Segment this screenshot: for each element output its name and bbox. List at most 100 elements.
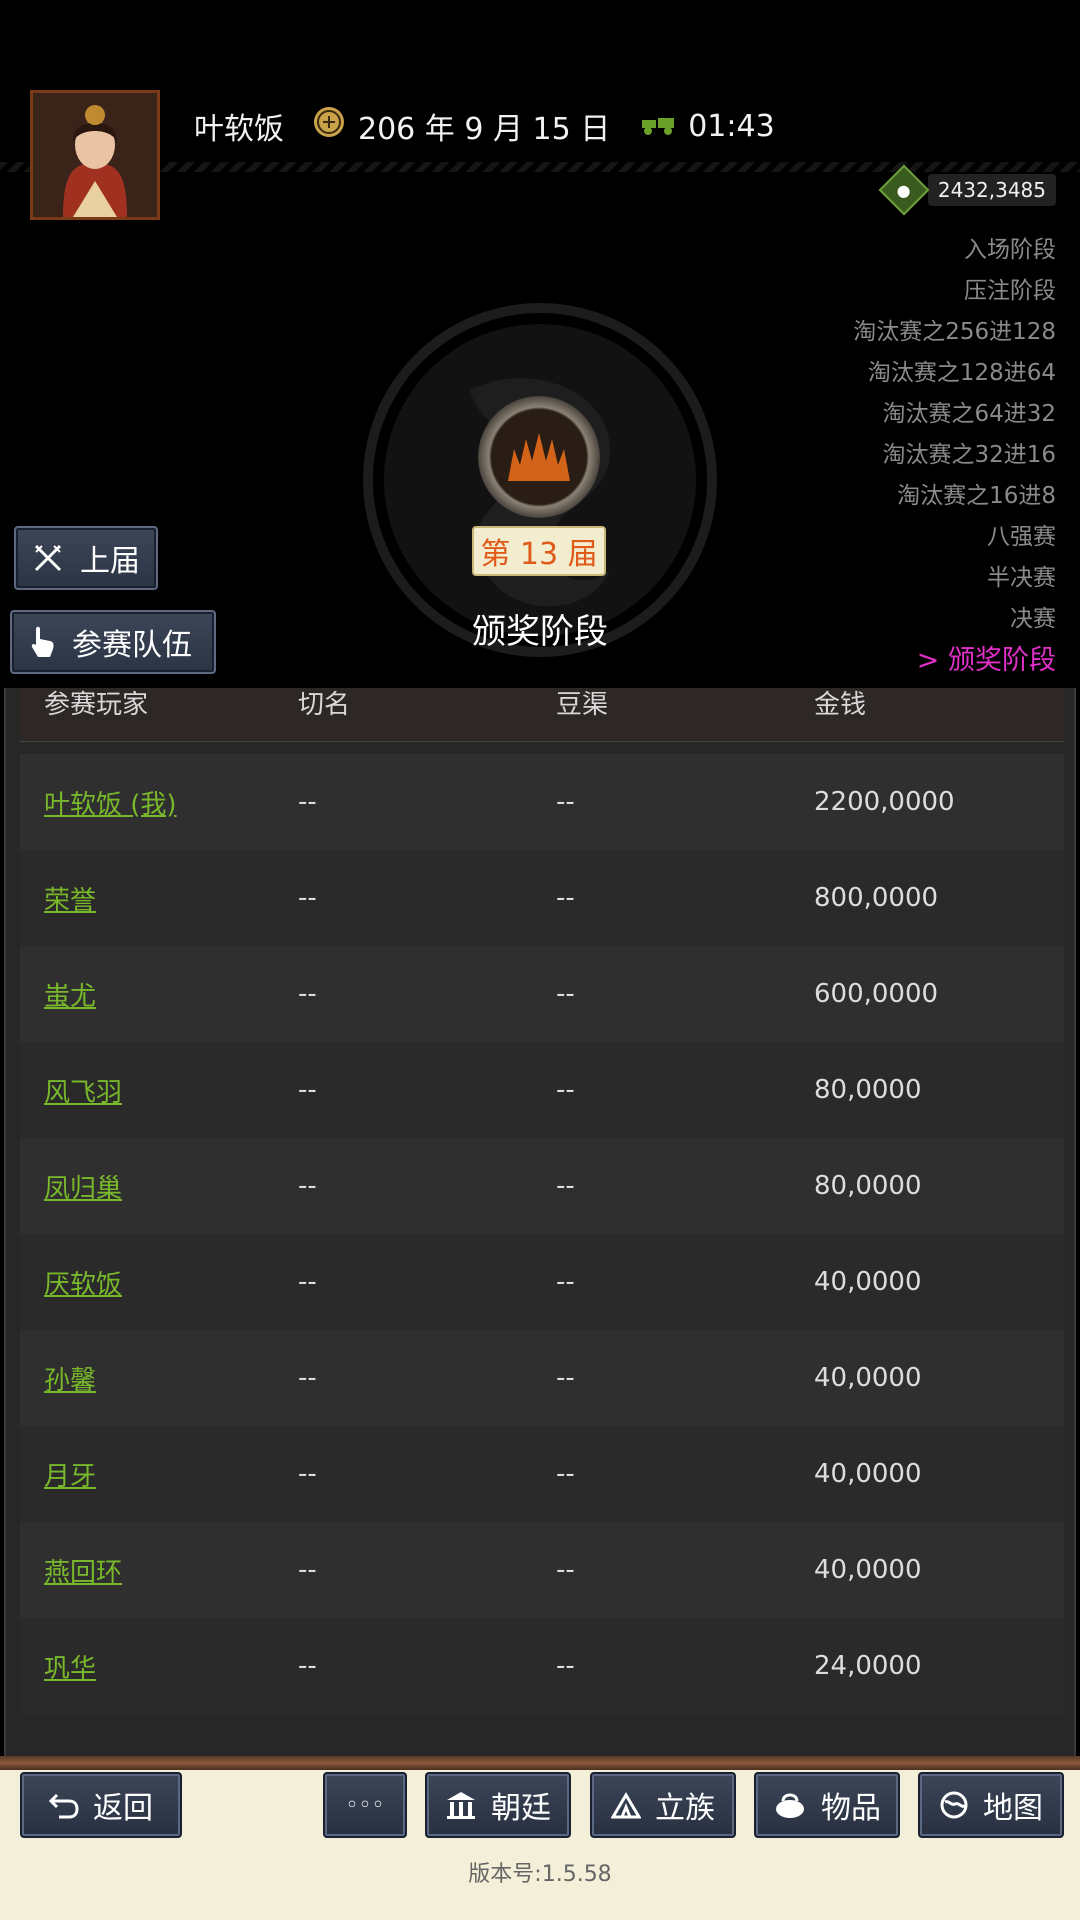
player-link[interactable]: 凤归巢 bbox=[20, 1168, 278, 1205]
table-row: 巩华 -- -- 24,0000 bbox=[20, 1618, 1064, 1714]
game-time: 01:43 bbox=[688, 108, 775, 144]
table-row: 燕回环 -- -- 40,0000 bbox=[20, 1522, 1064, 1618]
player-link[interactable]: 巩华 bbox=[20, 1648, 278, 1685]
player-link[interactable]: 荣誉 bbox=[20, 880, 278, 917]
row-cell: -- bbox=[556, 1459, 575, 1489]
row-cell: -- bbox=[298, 1267, 317, 1297]
stage-item: 淘汰赛之16进8 bbox=[897, 483, 1056, 509]
table-row: 孙馨 -- -- 40,0000 bbox=[20, 1330, 1064, 1426]
table-row: 荣誉 -- -- 800,0000 bbox=[20, 850, 1064, 946]
row-cell: -- bbox=[298, 1555, 317, 1585]
player-link[interactable]: 叶软饭 (我) bbox=[20, 784, 278, 821]
row-cell: -- bbox=[556, 787, 575, 817]
stage-item: 淘汰赛之32进16 bbox=[882, 442, 1056, 468]
header-col3: 豆渠 bbox=[556, 690, 609, 720]
status-bar: 叶软饭 206 年 9 月 15 日 01:43 bbox=[194, 104, 775, 148]
row-money: 800,0000 bbox=[814, 883, 939, 913]
row-money: 40,0000 bbox=[814, 1267, 922, 1297]
stage-item-current: > 颁奖阶段 bbox=[916, 645, 1056, 676]
teams-label: 参赛队伍 bbox=[72, 628, 192, 663]
player-link[interactable]: 孙馨 bbox=[20, 1360, 278, 1397]
results-table: 叶软饭 (我) -- -- 2200,0000 荣誉 -- -- 800,000… bbox=[20, 754, 1064, 1714]
season-badge: 第 13 届 bbox=[472, 526, 606, 576]
player-link[interactable]: 风飞羽 bbox=[20, 1072, 278, 1109]
court-button[interactable]: 朝廷 bbox=[425, 1772, 571, 1838]
calendar-icon bbox=[312, 105, 346, 147]
money-display: ● 2432,3485 bbox=[878, 164, 1056, 216]
row-cell: -- bbox=[556, 979, 575, 1009]
map-button[interactable]: 地图 bbox=[918, 1772, 1064, 1838]
row-money: 80,0000 bbox=[814, 1171, 922, 1201]
table-row: 叶软饭 (我) -- -- 2200,0000 bbox=[20, 754, 1064, 850]
teams-button[interactable]: 参赛队伍 bbox=[10, 610, 216, 674]
back-button[interactable]: 返回 bbox=[20, 1772, 182, 1838]
previous-season-button[interactable]: 上届 bbox=[14, 526, 158, 590]
row-cell: -- bbox=[298, 1363, 317, 1393]
stage-list: 入场阶段 压注阶段 淘汰赛之256进128 淘汰赛之128进64 淘汰赛之64进… bbox=[853, 230, 1056, 681]
game-date: 206 年 9 月 15 日 bbox=[358, 112, 611, 147]
horse-carriage-icon bbox=[640, 109, 676, 144]
player-link[interactable]: 月牙 bbox=[20, 1456, 278, 1493]
row-cell: -- bbox=[556, 1171, 575, 1201]
row-cell: -- bbox=[298, 1459, 317, 1489]
globe-icon bbox=[939, 1790, 969, 1820]
row-cell: -- bbox=[298, 979, 317, 1009]
row-cell: -- bbox=[298, 1651, 317, 1681]
row-money: 40,0000 bbox=[814, 1363, 922, 1393]
row-money: 600,0000 bbox=[814, 979, 939, 1009]
header-player: 参赛玩家 bbox=[44, 690, 149, 720]
row-cell: -- bbox=[556, 1555, 575, 1585]
items-label: 物品 bbox=[821, 1791, 881, 1826]
version-label: 版本号:1.5.58 bbox=[468, 1862, 612, 1887]
row-money: 40,0000 bbox=[814, 1459, 922, 1489]
bag-icon bbox=[773, 1791, 807, 1819]
stage-item: 淘汰赛之128进64 bbox=[867, 360, 1056, 386]
items-button[interactable]: 物品 bbox=[754, 1772, 900, 1838]
bottom-bar: 返回 ◦◦◦ 朝廷 立族 物品 地图 版本号:1.5.58 bbox=[0, 1756, 1080, 1920]
rope-divider bbox=[0, 1756, 1080, 1770]
more-button[interactable]: ◦◦◦ bbox=[323, 1772, 407, 1838]
hand-pointer-icon bbox=[28, 625, 56, 659]
header-money: 金钱 bbox=[814, 690, 867, 720]
table-row: 蚩尤 -- -- 600,0000 bbox=[20, 946, 1064, 1042]
row-cell: -- bbox=[556, 883, 575, 913]
player-link[interactable]: 蚩尤 bbox=[20, 976, 278, 1013]
row-money: 80,0000 bbox=[814, 1075, 922, 1105]
row-cell: -- bbox=[298, 787, 317, 817]
player-link[interactable]: 厌软饭 bbox=[20, 1264, 278, 1301]
header-col2: 切名 bbox=[298, 690, 351, 720]
row-cell: -- bbox=[556, 1267, 575, 1297]
tent-icon bbox=[611, 1791, 641, 1819]
stage-item: 决赛 bbox=[1010, 606, 1056, 632]
row-money: 2200,0000 bbox=[814, 787, 955, 817]
map-label: 地图 bbox=[983, 1791, 1043, 1826]
court-label: 朝廷 bbox=[491, 1791, 551, 1826]
stage-item: 半决赛 bbox=[987, 565, 1056, 591]
table-row: 凤归巢 -- -- 80,0000 bbox=[20, 1138, 1064, 1234]
player-link[interactable]: 燕回环 bbox=[20, 1552, 278, 1589]
row-cell: -- bbox=[298, 1171, 317, 1201]
crossed-swords-icon bbox=[32, 542, 64, 574]
back-label: 返回 bbox=[93, 1791, 153, 1826]
table-row: 风飞羽 -- -- 80,0000 bbox=[20, 1042, 1064, 1138]
results-panel: 参赛玩家 切名 豆渠 金钱 叶软饭 (我) -- -- 2200,0000 荣誉… bbox=[4, 688, 1076, 1760]
row-money: 40,0000 bbox=[814, 1555, 922, 1585]
row-cell: -- bbox=[556, 1363, 575, 1393]
player-name: 叶软饭 bbox=[194, 112, 284, 147]
row-cell: -- bbox=[556, 1651, 575, 1681]
row-cell: -- bbox=[298, 1075, 317, 1105]
money-bag-icon: ● bbox=[878, 164, 930, 216]
more-dots-icon: ◦◦◦ bbox=[345, 1792, 385, 1818]
return-arrow-icon bbox=[49, 1791, 79, 1819]
table-header: 参赛玩家 切名 豆渠 金钱 bbox=[20, 688, 1064, 742]
clan-button[interactable]: 立族 bbox=[590, 1772, 736, 1838]
row-cell: -- bbox=[556, 1075, 575, 1105]
money-value: 2432,3485 bbox=[927, 174, 1056, 206]
player-avatar[interactable] bbox=[30, 90, 160, 220]
previous-season-label: 上届 bbox=[80, 544, 140, 579]
stage-item: 压注阶段 bbox=[964, 278, 1056, 304]
current-phase-title: 颁奖阶段 bbox=[472, 612, 608, 652]
table-row: 月牙 -- -- 40,0000 bbox=[20, 1426, 1064, 1522]
stage-item: 入场阶段 bbox=[964, 237, 1056, 263]
row-cell: -- bbox=[298, 883, 317, 913]
